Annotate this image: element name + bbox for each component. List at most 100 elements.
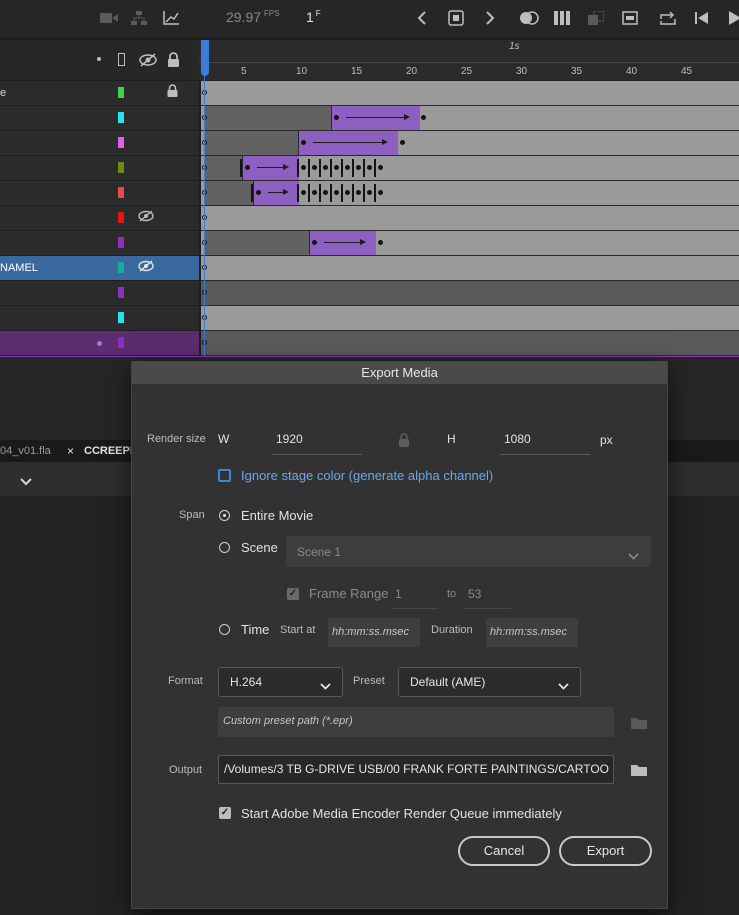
keyframe[interactable] [345,165,350,170]
onion-skin-icon[interactable] [518,8,540,28]
layer-track[interactable] [201,331,739,356]
layer-track[interactable] [201,281,739,306]
timeline-ruler[interactable]: 1s 5 10 15 20 25 30 35 40 45 [199,40,739,80]
start-queue-label[interactable]: Start Adobe Media Encoder Render Queue i… [241,806,562,821]
keyframe[interactable] [301,190,306,195]
layer-color-swatch[interactable] [118,262,124,273]
lock-icon[interactable] [167,84,178,100]
layer-track[interactable] [201,231,739,256]
keyframe[interactable] [356,190,361,195]
keyframe[interactable] [378,190,383,195]
eye-hidden-icon[interactable] [138,210,154,225]
outline-icon[interactable] [118,53,125,66]
output-path-input[interactable]: /Volumes/3 TB G-DRIVE USB/00 FRANK FORTE… [218,755,614,784]
motion-tween[interactable] [309,231,376,255]
layer-track[interactable] [201,256,739,281]
stop-icon[interactable] [445,8,467,28]
width-input[interactable]: 1920 [276,432,303,446]
layer-track[interactable] [201,131,739,156]
frame-range-checkbox[interactable]: ✓ [287,588,299,600]
scene-dropdown[interactable]: Scene 1 [286,536,651,567]
folder-icon[interactable] [631,716,647,734]
entire-movie-label[interactable]: Entire Movie [241,508,313,523]
graph-icon[interactable] [160,8,182,28]
format-dropdown[interactable]: H.264 [218,667,343,697]
keyframe[interactable] [323,165,328,170]
frame-span[interactable] [204,131,298,155]
layer-row[interactable] [0,156,199,181]
layer-color-swatch[interactable] [118,112,124,123]
keyframe[interactable] [367,165,372,170]
layer-track[interactable] [201,156,739,181]
time-label[interactable]: Time [241,622,269,637]
close-tab-icon[interactable]: × [67,444,74,458]
height-input[interactable]: 1080 [504,432,531,446]
keyframe[interactable] [301,165,306,170]
export-button[interactable]: Export [559,836,652,866]
layer-track[interactable] [201,106,739,131]
layer-color-swatch[interactable] [118,87,124,98]
lock-icon[interactable] [167,52,180,72]
camera-icon[interactable] [98,8,120,28]
layer-track[interactable] [201,206,739,231]
time-radio[interactable] [219,624,230,635]
frame-range-to-input[interactable]: 53 [468,587,481,601]
keyframe[interactable] [421,115,426,120]
layer-row[interactable] [0,181,199,206]
layer-row[interactable]: e [0,81,199,106]
go-to-first-frame-icon[interactable] [691,8,713,28]
motion-tween[interactable] [298,131,398,155]
keyframe[interactable] [356,165,361,170]
ignore-stage-checkbox[interactable] [218,469,231,482]
layer-track[interactable] [201,306,739,331]
layer-color-swatch[interactable] [118,312,124,323]
scene-radio[interactable] [219,542,230,553]
lock-aspect-icon[interactable] [398,433,410,452]
layer-color-swatch[interactable] [118,162,124,173]
ignore-stage-label[interactable]: Ignore stage color (generate alpha chann… [241,468,493,483]
previous-frame-icon[interactable] [411,8,433,28]
start-at-input[interactable]: hh:mm:ss.msec [328,618,420,647]
frame-range-from-input[interactable]: 1 [395,587,402,601]
frame-bars-icon[interactable] [551,8,573,28]
preset-dropdown[interactable]: Default (AME) [398,667,581,697]
layer-color-swatch[interactable] [118,337,124,348]
keyframe[interactable] [312,190,317,195]
layer-row[interactable] [0,131,199,156]
frame-span[interactable] [204,106,331,130]
layer-row[interactable] [0,306,199,331]
layer-color-swatch[interactable] [118,137,124,148]
layer-row[interactable] [0,106,199,131]
dot-icon[interactable] [97,57,101,61]
frame-span[interactable] [204,181,253,205]
fps-readout[interactable]: 29.97 FPS [226,9,280,25]
layer-color-swatch[interactable] [118,187,124,198]
loop-icon[interactable] [657,8,679,28]
frame-readout[interactable]: 1F [306,9,321,25]
edit-multiple-frames-icon[interactable] [585,8,607,28]
eye-hidden-icon[interactable] [139,53,157,72]
center-frame-icon[interactable] [619,8,641,28]
keyframe[interactable] [323,190,328,195]
keyframe[interactable] [378,240,383,245]
dot-icon[interactable] [97,341,102,346]
keyframe[interactable] [334,190,339,195]
layer-row[interactable] [0,331,199,356]
layer-row[interactable] [0,281,199,306]
keyframe[interactable] [400,140,405,145]
layer-color-swatch[interactable] [118,287,124,298]
layer-row-selected[interactable]: NAMEL [0,256,199,281]
layer-parenting-icon[interactable] [128,8,150,28]
layer-row[interactable] [0,231,199,256]
layer-color-swatch[interactable] [118,212,124,223]
keyframe[interactable] [256,190,261,195]
keyframe[interactable] [345,190,350,195]
keyframe[interactable] [312,165,317,170]
play-icon[interactable] [724,8,739,28]
cancel-button[interactable]: Cancel [458,836,550,866]
start-queue-checkbox[interactable]: ✓ [219,807,231,819]
frame-range-label[interactable]: Frame Range [309,586,388,601]
keyframe[interactable] [378,165,383,170]
layer-row[interactable] [0,206,199,231]
keyframe[interactable] [245,165,250,170]
